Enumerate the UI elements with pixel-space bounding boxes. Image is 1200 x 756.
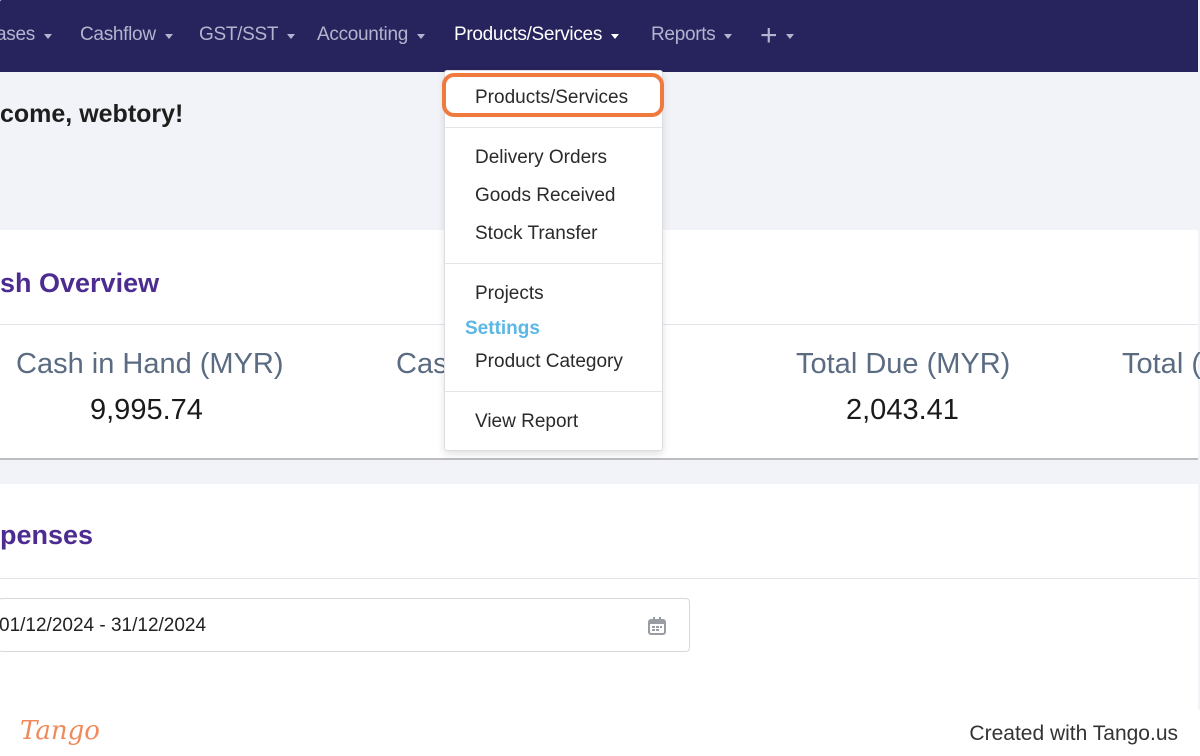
expenses-card: penses 01/12/2024 - 31/12/2024 <box>0 484 1198 710</box>
date-range-input[interactable]: 01/12/2024 - 31/12/2024 <box>0 598 690 652</box>
tango-logo: Tango <box>20 716 100 746</box>
products-services-dropdown: Products/Services Delivery Orders Goods … <box>444 70 663 451</box>
caret-down-icon <box>786 33 795 39</box>
nav-item-add[interactable]: + <box>760 19 795 52</box>
menu-item-product-category[interactable]: Product Category <box>475 351 623 373</box>
nav-item-label: Accounting <box>317 24 409 45</box>
nav-item-accounting[interactable]: Accounting <box>317 22 426 48</box>
nav-item-reports[interactable]: Reports <box>651 22 733 48</box>
caret-down-icon <box>43 33 52 39</box>
app-window: ases Cashflow GST/SST Accounting Product… <box>0 0 1200 710</box>
menu-item-goods-received[interactable]: Goods Received <box>475 185 615 207</box>
divider <box>0 578 1198 579</box>
stat-label-cash-in-hand: Cash in Hand (MYR) <box>16 348 284 380</box>
stat-label-total-due: Total Due (MYR) <box>796 348 1011 380</box>
menu-item-projects[interactable]: Projects <box>475 283 544 305</box>
menu-item-view-report[interactable]: View Report <box>475 411 578 433</box>
nav-item-label: Products/Services <box>454 24 603 45</box>
menu-item-stock-transfer[interactable]: Stock Transfer <box>475 223 598 245</box>
expenses-title: penses <box>0 520 94 550</box>
nav-item-label: Reports <box>651 24 716 45</box>
stat-value-total-due: 2,043.41 <box>846 394 959 426</box>
welcome-heading: come, webtory! <box>0 100 184 128</box>
menu-item-products-services[interactable]: Products/Services <box>475 87 628 109</box>
tango-footer: Tango Created with Tango.us <box>0 710 1200 756</box>
menu-divider <box>445 127 662 128</box>
nav-item-label: GST/SST <box>199 24 279 45</box>
menu-item-delivery-orders[interactable]: Delivery Orders <box>475 147 607 169</box>
menu-divider <box>445 263 662 264</box>
stat-label-total-fourth: Total ( <box>1122 348 1200 380</box>
cash-overview-title: sh Overview <box>0 268 160 298</box>
nav-item-gst-sst[interactable]: GST/SST <box>199 22 296 48</box>
date-range-value: 01/12/2024 - 31/12/2024 <box>0 615 207 636</box>
nav-item-label: ases <box>0 24 35 45</box>
caret-down-icon <box>724 33 733 39</box>
stat-label-cash-second: Cas <box>396 348 448 380</box>
stat-value-cash-in-hand: 9,995.74 <box>90 394 203 426</box>
caret-down-icon <box>164 33 173 39</box>
nav-item-label: Cashflow <box>80 24 156 45</box>
nav-item-products-services[interactable]: Products/Services <box>454 22 620 48</box>
menu-section-settings: Settings <box>465 318 540 339</box>
menu-divider <box>445 391 662 392</box>
top-navigation-bar: ases Cashflow GST/SST Accounting Product… <box>0 0 1198 72</box>
caret-down-icon <box>287 33 296 39</box>
created-with-text: Created with Tango.us <box>969 722 1178 745</box>
caret-down-icon <box>611 33 620 39</box>
caret-down-icon <box>417 33 426 39</box>
nav-item-cashflow[interactable]: Cashflow <box>80 22 173 48</box>
plus-icon: + <box>760 19 778 52</box>
calendar-icon[interactable] <box>647 616 667 636</box>
nav-item-purchases[interactable]: ases <box>0 22 52 48</box>
